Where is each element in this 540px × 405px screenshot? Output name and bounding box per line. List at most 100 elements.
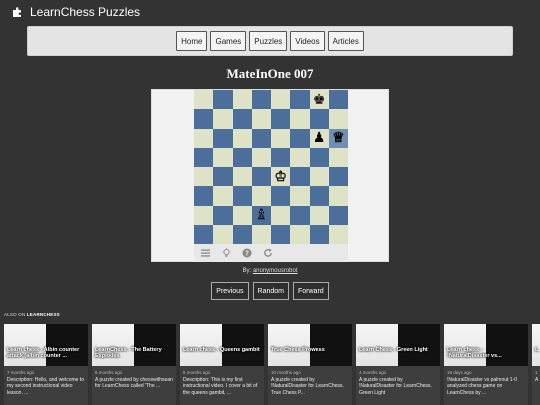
card-thumbnail[interactable]: Learn chess - !NaturalDisaster vs...: [444, 324, 528, 366]
square-c6[interactable]: [232, 128, 252, 148]
card-thumbnail[interactable]: True Chess Prowess: [268, 324, 352, 366]
nav-home-button[interactable]: Home: [176, 31, 208, 51]
square-e4[interactable]: ♔: [271, 167, 291, 187]
related-card[interactable]: Learn chess - Queens gambit 8 months ago D…: [180, 324, 264, 405]
square-h6[interactable]: ♕: [328, 128, 348, 148]
square-c2[interactable]: [232, 205, 252, 225]
square-c7[interactable]: [232, 109, 252, 129]
square-f6[interactable]: [290, 128, 310, 148]
square-a6[interactable]: [194, 128, 214, 148]
author-link[interactable]: anonymousrobot: [253, 268, 298, 274]
puzzle-piece-icon[interactable]: [12, 6, 24, 18]
square-a1[interactable]: [194, 224, 214, 244]
square-d5[interactable]: [251, 147, 271, 167]
square-c4[interactable]: [232, 167, 252, 187]
square-b1[interactable]: [213, 224, 233, 244]
square-f5[interactable]: [290, 147, 310, 167]
related-card[interactable]: L 1 A: [532, 324, 540, 405]
square-b4[interactable]: [213, 167, 233, 187]
piece-black-g6[interactable]: ♟: [313, 131, 326, 145]
square-e2[interactable]: [271, 205, 291, 225]
square-d3[interactable]: [251, 186, 271, 206]
square-e3[interactable]: [271, 186, 291, 206]
square-g5[interactable]: [309, 147, 329, 167]
piece-white-h6[interactable]: ♕: [332, 131, 345, 146]
square-a4[interactable]: [194, 167, 214, 187]
related-card[interactable]: Learn Chess - Green Light 4 months ago A p…: [356, 324, 440, 405]
card-thumbnail[interactable]: Learn Chess - Green Light: [356, 324, 440, 366]
square-f1[interactable]: [290, 224, 310, 244]
square-e5[interactable]: [271, 147, 291, 167]
square-c8[interactable]: [232, 90, 252, 110]
square-d1[interactable]: [251, 224, 271, 244]
square-h7[interactable]: [328, 109, 348, 129]
nav-articles-button[interactable]: Articles: [327, 31, 364, 51]
card-thumbnail[interactable]: LearnChess - The Battery Explodes: [92, 324, 176, 366]
square-f4[interactable]: [290, 167, 310, 187]
square-f8[interactable]: [290, 90, 310, 110]
nav-games-button[interactable]: Games: [210, 31, 247, 51]
card-title[interactable]: L: [535, 347, 540, 353]
square-d2[interactable]: ♗: [251, 205, 271, 225]
square-g6[interactable]: ♟: [309, 128, 329, 148]
menu-icon[interactable]: [200, 248, 210, 258]
card-title[interactable]: Learn Chess - Green Light: [359, 347, 437, 353]
square-f3[interactable]: [290, 186, 310, 206]
square-h8[interactable]: [328, 90, 348, 110]
square-b2[interactable]: [213, 205, 233, 225]
card-title[interactable]: LearnChess - The Battery Explodes: [95, 347, 173, 359]
square-g2[interactable]: [309, 205, 329, 225]
square-b8[interactable]: [213, 90, 233, 110]
square-a5[interactable]: [194, 147, 214, 167]
lightbulb-icon[interactable]: [221, 248, 231, 258]
square-c1[interactable]: [232, 224, 252, 244]
forward-button[interactable]: Forward: [293, 282, 329, 300]
square-a3[interactable]: [194, 186, 214, 206]
square-e7[interactable]: [271, 109, 291, 129]
square-a7[interactable]: [194, 109, 214, 129]
piece-white-d2[interactable]: ♗: [255, 208, 268, 223]
site-title[interactable]: LearnChess Puzzles: [30, 5, 140, 19]
square-b5[interactable]: [213, 147, 233, 167]
square-h1[interactable]: [328, 224, 348, 244]
nav-videos-button[interactable]: Videos: [290, 31, 325, 51]
card-thumbnail[interactable]: Learn chess - Albin counter attack (albi…: [4, 324, 88, 366]
square-e8[interactable]: [271, 90, 291, 110]
card-title[interactable]: True Chess Prowess: [271, 347, 349, 353]
square-b6[interactable]: [213, 128, 233, 148]
square-d8[interactable]: [251, 90, 271, 110]
square-a8[interactable]: [194, 90, 214, 110]
square-b3[interactable]: [213, 186, 233, 206]
square-e1[interactable]: [271, 224, 291, 244]
random-button[interactable]: Random: [252, 282, 289, 300]
square-d4[interactable]: [251, 167, 271, 187]
related-card[interactable]: True Chess Prowess 10 months ago A puzzle …: [268, 324, 352, 405]
related-card[interactable]: Learn chess - Albin counter attack (albi…: [4, 324, 88, 405]
square-f7[interactable]: [290, 109, 310, 129]
chess-board[interactable]: ♚ ♟ ♕ ♔ ♗: [194, 90, 348, 244]
square-d7[interactable]: [251, 109, 271, 129]
square-h2[interactable]: [328, 205, 348, 225]
nav-puzzles-button[interactable]: Puzzles: [249, 31, 288, 51]
card-title[interactable]: Learn chess - Albin counter attack (albi…: [7, 347, 85, 359]
card-title[interactable]: Learn chess - !NaturalDisaster vs...: [447, 347, 525, 359]
square-g7[interactable]: [309, 109, 329, 129]
square-f2[interactable]: [290, 205, 310, 225]
square-g4[interactable]: [309, 167, 329, 187]
square-c3[interactable]: [232, 186, 252, 206]
related-card[interactable]: Learn chess - !NaturalDisaster vs... 19 d…: [444, 324, 528, 405]
square-g3[interactable]: [309, 186, 329, 206]
square-d6[interactable]: [251, 128, 271, 148]
square-c5[interactable]: [232, 147, 252, 167]
card-thumbnail[interactable]: Learn chess - Queens gambit: [180, 324, 264, 366]
card-thumbnail[interactable]: L: [532, 324, 540, 366]
previous-button[interactable]: Previous: [211, 282, 249, 300]
square-e6[interactable]: [271, 128, 291, 148]
square-h4[interactable]: [328, 167, 348, 187]
square-g8[interactable]: ♚: [309, 90, 329, 110]
related-card[interactable]: LearnChess - The Battery Explodes 6 month…: [92, 324, 176, 405]
square-g1[interactable]: [309, 224, 329, 244]
square-a2[interactable]: [194, 205, 214, 225]
square-h5[interactable]: [328, 147, 348, 167]
piece-white-e4[interactable]: ♔: [274, 169, 287, 184]
